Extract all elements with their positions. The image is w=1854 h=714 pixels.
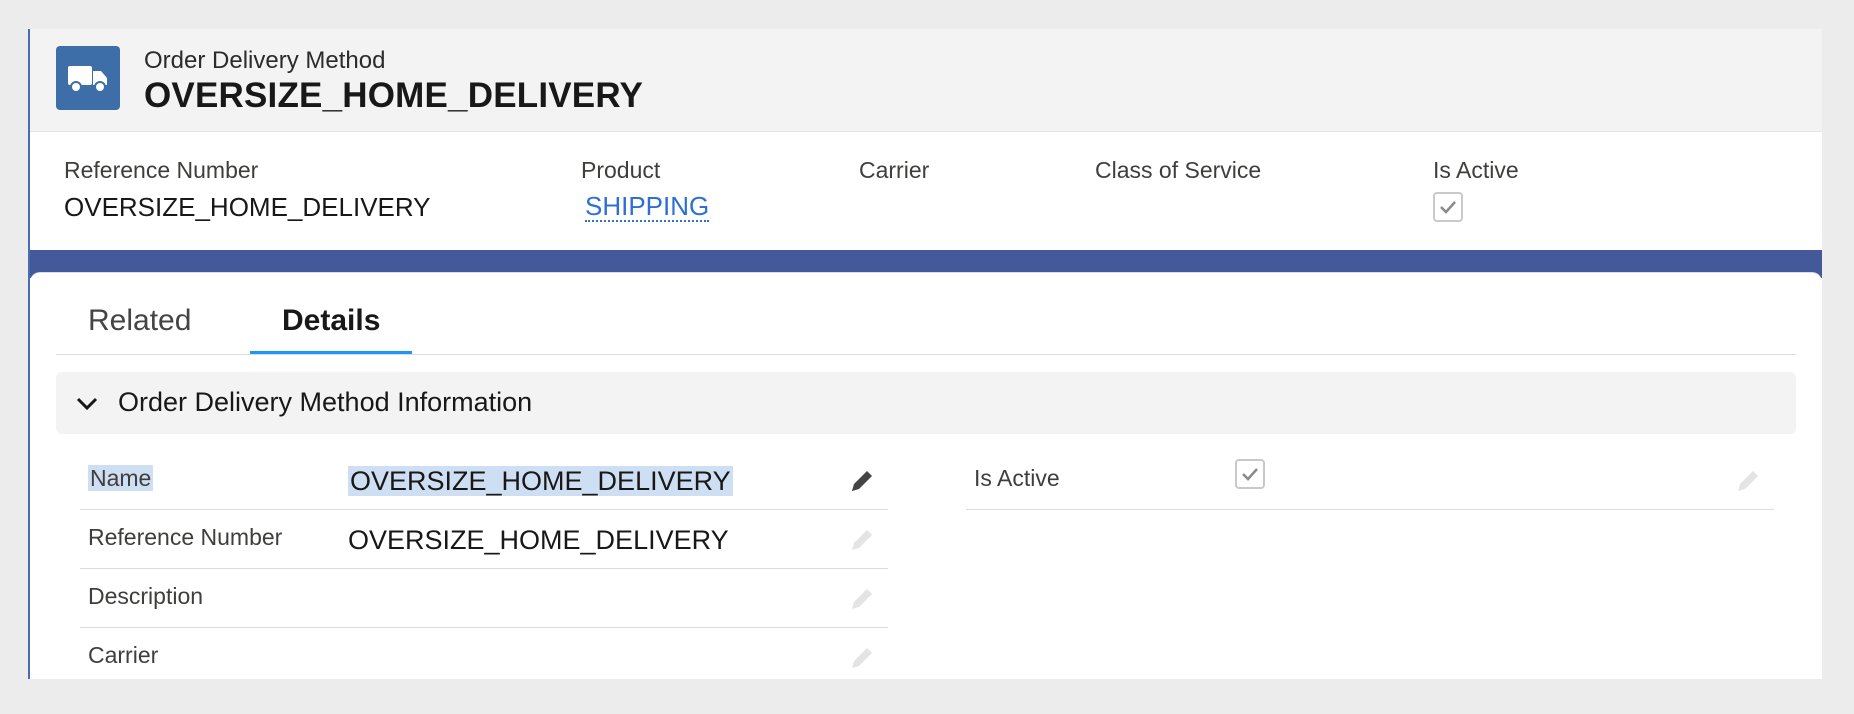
field-row-is-active: Is Active xyxy=(966,451,1774,510)
is-active-checkbox xyxy=(1235,459,1265,489)
highlight-carrier: Carrier xyxy=(859,157,929,184)
edit-disabled-icon xyxy=(852,648,872,668)
truck-icon xyxy=(56,46,120,110)
tabs-divider xyxy=(56,354,1796,355)
object-label: Order Delivery Method xyxy=(144,47,386,74)
field-label: Carrier xyxy=(88,642,159,668)
highlight-product: Product SHIPPING xyxy=(581,157,710,222)
field-row-reference-number: Reference Number OVERSIZE_HOME_DELIVERY xyxy=(80,510,888,569)
highlight-label: Product xyxy=(581,157,661,183)
highlight-value: OVERSIZE_HOME_DELIVERY xyxy=(64,192,431,222)
record-title: OVERSIZE_HOME_DELIVERY xyxy=(144,76,644,115)
checkmark-icon xyxy=(1242,468,1258,481)
field-label: Is Active xyxy=(974,465,1060,491)
section-title: Order Delivery Method Information xyxy=(118,387,533,417)
checkmark-icon xyxy=(1440,201,1456,214)
highlight-reference-number: Reference Number OVERSIZE_HOME_DELIVERY xyxy=(64,157,431,223)
field-label: Reference Number xyxy=(88,524,283,550)
chevron-down-icon xyxy=(76,397,98,411)
tab-related[interactable]: Related xyxy=(56,291,223,351)
field-row-description: Description xyxy=(80,569,888,628)
field-label-text: Name xyxy=(88,465,154,491)
record-page: Order Delivery Method OVERSIZE_HOME_DELI… xyxy=(28,29,1822,679)
highlights-panel: Reference Number OVERSIZE_HOME_DELIVERY … xyxy=(30,132,1822,249)
edit-pencil-icon[interactable] xyxy=(848,467,876,495)
highlight-label: Class of Service xyxy=(1095,157,1262,183)
edit-disabled-icon xyxy=(1738,471,1758,491)
field-label: Name xyxy=(88,465,154,492)
highlight-label: Carrier xyxy=(859,157,930,183)
record-header: Order Delivery Method OVERSIZE_HOME_DELI… xyxy=(30,29,1822,132)
field-value-text: OVERSIZE_HOME_DELIVERY xyxy=(348,466,733,496)
product-link[interactable]: SHIPPING xyxy=(585,192,710,222)
tab-details[interactable]: Details xyxy=(250,291,413,355)
field-value: OVERSIZE_HOME_DELIVERY xyxy=(348,525,729,555)
field-row-carrier: Carrier xyxy=(80,628,888,679)
field-label: Description xyxy=(88,583,204,609)
edit-disabled-icon xyxy=(852,530,872,550)
field-value: OVERSIZE_HOME_DELIVERY xyxy=(348,466,733,497)
edit-disabled-icon xyxy=(852,589,872,609)
details-card: Related Details Order Delivery Method In… xyxy=(30,272,1822,679)
highlight-label: Is Active xyxy=(1433,157,1519,183)
highlight-is-active: Is Active xyxy=(1433,157,1519,222)
is-active-checkbox xyxy=(1433,192,1463,222)
highlight-class-of-service: Class of Service xyxy=(1095,157,1261,184)
section-header[interactable]: Order Delivery Method Information xyxy=(56,372,1796,434)
field-row-name: Name OVERSIZE_HOME_DELIVERY xyxy=(80,451,888,510)
highlight-label: Reference Number xyxy=(64,157,259,183)
